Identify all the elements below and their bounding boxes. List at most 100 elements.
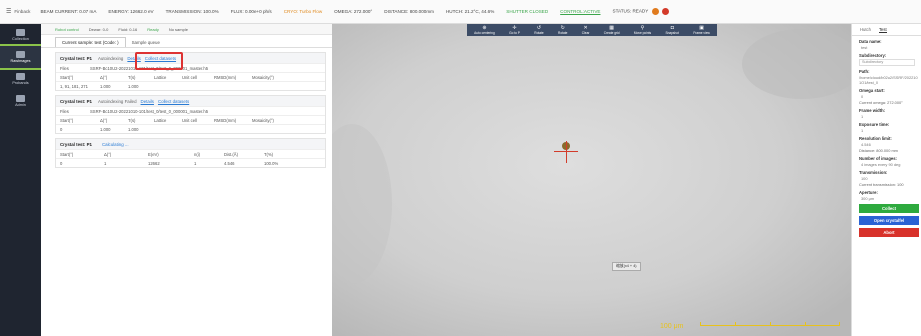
scale-label: 100 μm (660, 323, 684, 330)
table-cell: 1 (194, 160, 197, 166)
robot-toolstrip: Robot control Dewar: 0-0 Fluid: 0-16 Rea… (41, 24, 332, 35)
table-cell: 1, 91, 181, 271 (60, 83, 88, 89)
transmission-field[interactable]: 100 (861, 176, 921, 181)
go-to-p-button[interactable]: ✛ Go to P (509, 25, 520, 35)
transmission-label: Transmission: (859, 170, 888, 175)
block-title: Crystal test: P1 (60, 55, 92, 61)
exposure-time-field[interactable]: 1 (861, 128, 921, 133)
sidebar-item-admin[interactable]: Admin (0, 90, 41, 112)
main-panel: Robot control Dewar: 0-0 Fluid: 0-16 Rea… (41, 24, 332, 336)
resolution-limit-field[interactable]: 4.546 (861, 142, 921, 147)
create-grid-button[interactable]: ▦ Create grid (604, 25, 620, 35)
table-header: Δ(°) (104, 151, 112, 157)
brand-name: Finback (14, 9, 31, 14)
tab-test[interactable]: Test (878, 27, 887, 33)
files-label: Files (60, 65, 69, 71)
frame-width-field[interactable]: 1 (861, 114, 921, 119)
snapshot-button[interactable]: ◘ Snapshot (665, 25, 678, 35)
rotate-cw-button[interactable]: ↻ Rotate (558, 25, 567, 35)
tab-hutch[interactable]: Hutch (860, 27, 871, 32)
collection-panel: Hutch Test Data name: test Subdirectory:… (851, 24, 921, 336)
control-status[interactable]: CONTROL:ACTIVE (560, 9, 600, 14)
omega-start-label: Omega start: (859, 88, 885, 93)
status-text: STATUS: READY (612, 8, 649, 14)
scale-tick (839, 322, 840, 326)
table-header: Lattice (154, 117, 167, 123)
scale-tick (735, 322, 736, 326)
scale-tick (770, 322, 771, 326)
resolution-limit-label: Resolution limit: (859, 136, 892, 141)
sample-status: No sample (168, 26, 188, 32)
abort-button[interactable]: Abort (859, 228, 919, 237)
viewer-image (332, 24, 851, 336)
beamline-status: STATUS: READY (613, 8, 669, 15)
block-status: Calculating ... (101, 141, 129, 147)
table-cell: 1.000 (128, 126, 139, 132)
table-header: Δ(°) (100, 117, 108, 123)
table-header: RMSD(mm) (214, 117, 237, 123)
omega-start-field[interactable]: 0 (861, 94, 921, 99)
distance: DISTANCE: 800.000mm (384, 9, 434, 14)
table-cell: 0 (60, 126, 63, 132)
probands-icon (16, 73, 25, 80)
hutch: HUTCH: 21.2°C, 44.6% (445, 9, 495, 14)
brand[interactable]: ☰ Finback (6, 8, 30, 15)
tab-sample-queue[interactable]: Sample queue (126, 38, 166, 47)
clear-button[interactable]: ✕ Clear (582, 25, 590, 35)
crystal-test-block: Crystal test: P1 Calculating ... Start(°… (55, 138, 326, 168)
sidebar-item-probands[interactable]: Probands (0, 68, 41, 90)
data-name-field[interactable]: test (861, 45, 921, 50)
table-header-row: Start(°) Δ(°) T(s) Lattice Unit cell RMS… (56, 72, 325, 81)
details-link[interactable]: Details (141, 99, 154, 104)
rotate-ccw-button[interactable]: ↺ Rotate (534, 25, 543, 35)
auto-centering-button[interactable]: ⊕ Auto centering (474, 25, 495, 35)
robot-ready-status: Ready (147, 26, 159, 32)
current-omega: Current omega: 272.000° (859, 100, 903, 105)
subdirectory-field[interactable]: Subdirectory (859, 59, 915, 66)
move-points-button[interactable]: ⚲ Move points (634, 25, 651, 35)
table-cell: 1.000 (100, 126, 111, 132)
gear-icon (16, 95, 25, 102)
robot-control-button[interactable]: Robot control (55, 27, 79, 32)
scale-tick (700, 322, 701, 326)
flux: FLUX: 0.00e+0 ph/s (230, 9, 272, 14)
scale-bar: 100 μm (660, 314, 840, 330)
sample-tabs: Current sample: test (Code: ) Sample que… (41, 35, 332, 48)
sidebar-item-collection[interactable]: Collection (0, 24, 41, 46)
highlight-box (135, 52, 183, 70)
table-cell: 0 (60, 160, 63, 166)
table-header: E(eV) (148, 151, 159, 157)
collect-datasets-link[interactable]: Collect datasets (158, 99, 189, 104)
table-header: Start(°) (60, 151, 74, 157)
frame-view-button[interactable]: ▣ Frame view (693, 25, 709, 35)
block-header: Crystal test: P1 Autoindexing Failed Det… (56, 96, 325, 106)
sidebar-item-label: Collection (12, 37, 29, 41)
table-row: 0 1 12662 1 4.546 100.0% (56, 158, 325, 167)
warning-badge-icon[interactable] (651, 8, 659, 15)
menu-icon[interactable]: ☰ (6, 8, 11, 15)
table-cell: 100.0% (264, 160, 279, 166)
error-badge-icon[interactable] (661, 8, 669, 15)
top-status-bar: ☰ Finback BEAM CURRENT: 0.07 mA ENERGY: … (0, 0, 921, 24)
open-crystalfel-button[interactable]: Open crystalfel (859, 216, 919, 225)
table-header: Start(°) (60, 117, 74, 123)
block-title: Crystal test: P1 (60, 141, 92, 147)
sample-viewer[interactable]: ⊕ Auto centering ✛ Go to P ↺ Rotate ↻ Rotate… (332, 24, 851, 336)
sidebar-item-rawimages[interactable]: RawImages (0, 44, 43, 70)
tab-current-sample[interactable]: Current sample: test (Code: ) (55, 37, 126, 47)
collect-button[interactable]: Collect (859, 204, 919, 213)
camera-icon (16, 51, 25, 58)
number-of-images-select[interactable]: 4 images every 90 deg (861, 162, 921, 167)
transmission: TRANSMISSION: 100.0% (165, 9, 219, 14)
data-name-label: Data name: (859, 39, 882, 44)
exposure-time-label: Exposure time: (859, 122, 890, 127)
aperture-select[interactable]: 300 μm (861, 196, 921, 201)
table-header: T(s) (128, 74, 136, 80)
files-row: Files SSRF-Bc10U2-20221010-101/test_0/te… (56, 106, 325, 115)
right-tabs: Hutch Test (852, 24, 921, 36)
energy: ENERGY: 12662.0 eV (108, 9, 154, 14)
block-header: Crystal test: P1 Calculating ... (56, 139, 325, 149)
cryo-status[interactable]: CRYO: Turbo Flow (284, 9, 322, 14)
zoom-label[interactable]: 缩放(x4 + 4) (612, 262, 641, 271)
dewar-position: Dewar: 0-0 (88, 26, 109, 32)
